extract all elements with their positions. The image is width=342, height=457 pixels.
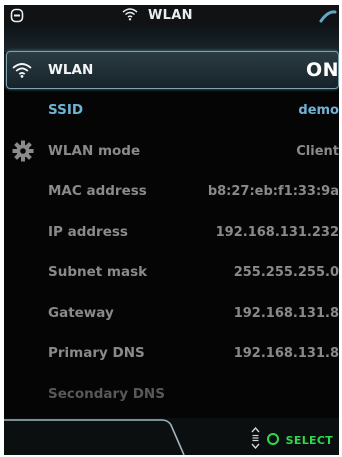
device-screen: WLAN WLAN ON SSID demo WLAN mode Client … bbox=[4, 5, 339, 455]
footer-bar: SELECT bbox=[4, 418, 339, 455]
ssid-label: SSID bbox=[48, 102, 84, 118]
gateway-row[interactable]: Gateway 192.168.131.8 bbox=[4, 293, 339, 333]
up-down-icon[interactable] bbox=[251, 426, 260, 453]
mac-address-row[interactable]: MAC address b8:27:eb:f1:33:9a bbox=[4, 171, 339, 211]
subnet-mask-row[interactable]: Subnet mask 255.255.255.0 bbox=[4, 252, 339, 292]
ssid-row[interactable]: SSID demo bbox=[4, 90, 339, 130]
mac-address-label: MAC address bbox=[48, 183, 147, 199]
circle-icon[interactable] bbox=[266, 431, 280, 450]
wlan-mode-label: WLAN mode bbox=[48, 143, 141, 159]
status-bar: WLAN bbox=[4, 5, 339, 26]
ip-address-row[interactable]: IP address 192.168.131.232 bbox=[4, 212, 339, 252]
wlan-toggle-row[interactable]: WLAN ON bbox=[4, 50, 339, 90]
gateway-value: 192.168.131.8 bbox=[233, 305, 339, 321]
wlan-state-value: ON bbox=[305, 59, 339, 81]
ip-address-value: 192.168.131.232 bbox=[215, 224, 339, 240]
header-band bbox=[4, 26, 339, 52]
secondary-dns-row[interactable]: Secondary DNS bbox=[4, 374, 339, 414]
primary-dns-value: 192.168.131.8 bbox=[233, 345, 339, 361]
page-title: WLAN bbox=[148, 8, 193, 23]
wlan-mode-row[interactable]: WLAN mode Client bbox=[4, 131, 339, 171]
wlan-label: WLAN bbox=[48, 62, 94, 78]
wifi-icon bbox=[122, 6, 138, 25]
handset-icon bbox=[319, 8, 337, 27]
mac-address-value: b8:27:eb:f1:33:9a bbox=[207, 183, 339, 199]
primary-dns-row[interactable]: Primary DNS 192.168.131.8 bbox=[4, 333, 339, 373]
secondary-dns-label: Secondary DNS bbox=[48, 386, 165, 402]
select-button[interactable]: SELECT bbox=[286, 434, 333, 447]
subnet-mask-label: Subnet mask bbox=[48, 264, 148, 280]
wlan-mode-value: Client bbox=[296, 143, 339, 159]
gateway-label: Gateway bbox=[48, 305, 114, 321]
subnet-mask-value: 255.255.255.0 bbox=[233, 264, 339, 280]
ip-address-label: IP address bbox=[48, 224, 128, 240]
device-icon bbox=[10, 8, 24, 27]
wifi-icon bbox=[12, 50, 32, 90]
gear-icon bbox=[12, 131, 34, 171]
primary-dns-label: Primary DNS bbox=[48, 345, 145, 361]
ssid-value: demo bbox=[298, 102, 339, 118]
